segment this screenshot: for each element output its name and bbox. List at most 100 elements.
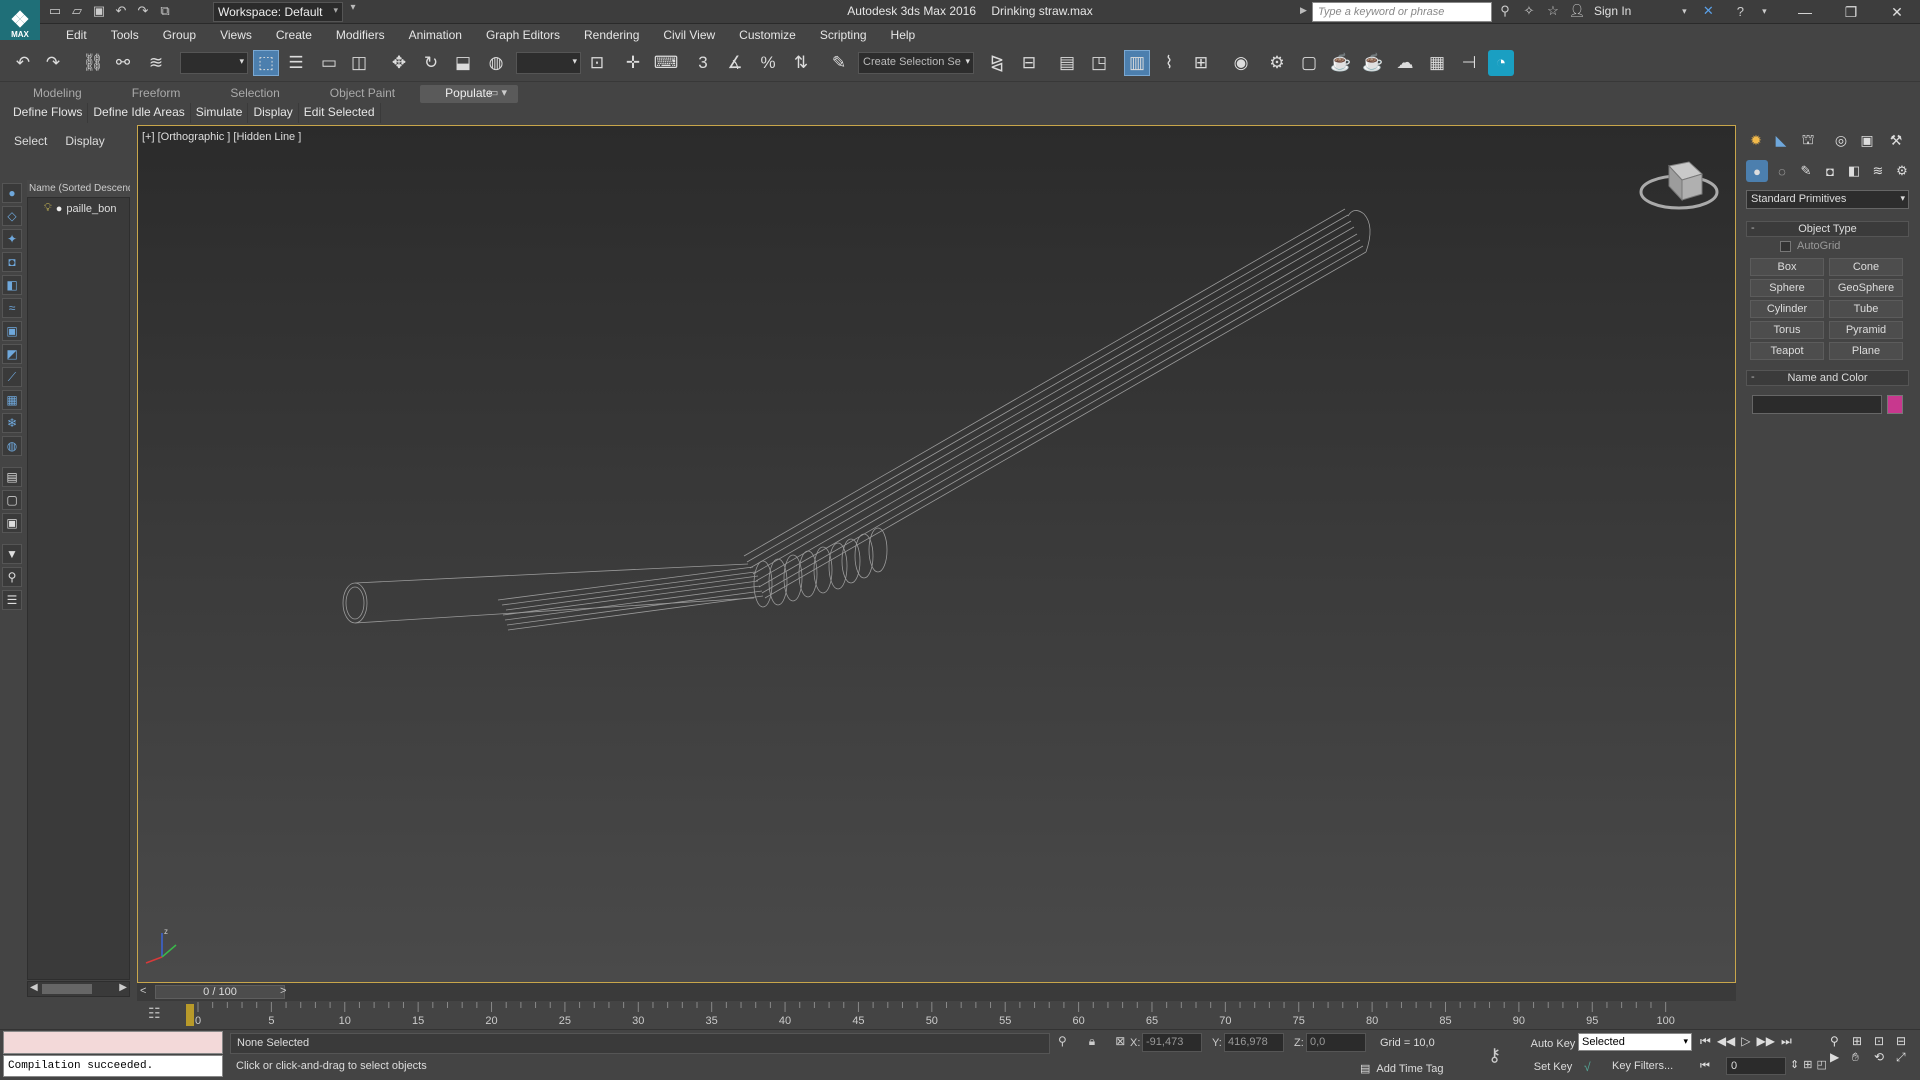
- rotate-icon[interactable]: ↻: [418, 50, 444, 76]
- tab-selection[interactable]: Selection: [205, 85, 304, 103]
- menu-help[interactable]: Help: [879, 28, 928, 42]
- field-of-view-icon[interactable]: ▶: [1830, 1050, 1852, 1065]
- display-containers-icon[interactable]: ▦: [2, 390, 22, 410]
- new-file-icon[interactable]: ▭: [46, 3, 64, 19]
- display-lights-icon[interactable]: ✦: [2, 229, 22, 249]
- list-item[interactable]: 💡︎ ● paille_bon: [44, 202, 117, 215]
- a360-icon[interactable]: ◔: [1488, 50, 1514, 76]
- utilities-tab-icon[interactable]: ⚒: [1885, 129, 1907, 151]
- window-crossing-icon[interactable]: ◫: [346, 50, 372, 76]
- menu-edit[interactable]: Edit: [54, 28, 99, 42]
- rendered-frame-window-icon[interactable]: ▢: [1296, 50, 1322, 76]
- key-filters-button[interactable]: Key Filters...: [1612, 1060, 1673, 1072]
- move-icon[interactable]: ✥: [386, 50, 412, 76]
- layer-explorer-icon[interactable]: ▤: [1054, 50, 1080, 76]
- light-bulb-icon[interactable]: 💡︎: [44, 202, 52, 215]
- cylinder-button[interactable]: Cylinder: [1750, 300, 1824, 318]
- tab-freeform[interactable]: Freeform: [107, 85, 206, 103]
- scroll-thumb[interactable]: [42, 984, 92, 994]
- display-helpers-icon[interactable]: ◧: [2, 275, 22, 295]
- place-icon[interactable]: ◍: [483, 50, 509, 76]
- motion-tab-icon[interactable]: ◎: [1830, 129, 1852, 151]
- angle-snap-icon[interactable]: ∡: [722, 50, 748, 76]
- render-iterative-icon[interactable]: ☕: [1360, 50, 1386, 76]
- viewcube[interactable]: [1634, 154, 1724, 218]
- create-tab-icon[interactable]: ✹: [1745, 129, 1767, 151]
- spinner-snap-icon[interactable]: ⇅: [788, 50, 814, 76]
- geometry-category-icon[interactable]: ●: [1746, 160, 1768, 182]
- display-space-warps-icon[interactable]: ≈: [2, 298, 22, 318]
- align-icon[interactable]: ⊟: [1016, 50, 1042, 76]
- autogrid-checkbox[interactable]: AutoGrid: [1780, 240, 1840, 252]
- redo-icon[interactable]: ↷: [40, 50, 66, 76]
- app-logo[interactable]: ❖ MAX: [0, 0, 40, 40]
- material-editor-icon[interactable]: ◉: [1228, 50, 1254, 76]
- explorer-select-menu[interactable]: Select: [14, 134, 47, 148]
- invert-display-icon[interactable]: ▣: [2, 513, 22, 533]
- pyramid-button[interactable]: Pyramid: [1829, 321, 1903, 339]
- snaps-toggle-icon[interactable]: 3: [690, 50, 716, 76]
- select-object-icon[interactable]: ⬚: [253, 50, 279, 76]
- key-tangent-icon[interactable]: √: [1584, 1060, 1591, 1074]
- helpers-category-icon[interactable]: ◧: [1843, 160, 1865, 182]
- project-folder-icon[interactable]: ⧉: [156, 3, 174, 19]
- display-button[interactable]: Display: [248, 103, 299, 123]
- modify-tab-icon[interactable]: ◣: [1770, 129, 1792, 151]
- schematic-view-icon[interactable]: ⊞: [1188, 50, 1214, 76]
- zoom-all-icon[interactable]: ⊞: [1852, 1034, 1874, 1048]
- explorer-horizontal-scrollbar[interactable]: ◀ ▶: [27, 981, 130, 997]
- mini-curve-editor-icon[interactable]: ☷: [148, 1005, 161, 1022]
- object-type-rollout[interactable]: - Object Type: [1746, 221, 1909, 237]
- go-to-end-icon[interactable]: ⏭: [1781, 1034, 1792, 1049]
- open-file-icon[interactable]: ▱: [68, 3, 86, 19]
- workspace-dropdown[interactable]: Workspace: Default ▾: [213, 2, 343, 22]
- display-geometry-icon[interactable]: ●: [2, 183, 22, 203]
- menu-civil-view[interactable]: Civil View: [651, 28, 727, 42]
- edit-selected-button[interactable]: Edit Selected: [299, 103, 381, 123]
- simulate-button[interactable]: Simulate: [191, 103, 249, 123]
- state-sets-icon[interactable]: ⊣: [1456, 50, 1482, 76]
- percent-snap-icon[interactable]: %: [755, 50, 781, 76]
- help-dropdown-icon[interactable]: ▾: [1755, 3, 1773, 19]
- batch-render-icon[interactable]: ▦: [1424, 50, 1450, 76]
- search-expand-icon[interactable]: ▶: [1300, 5, 1307, 16]
- tab-modeling[interactable]: Modeling: [8, 85, 107, 103]
- play-icon[interactable]: ▷: [1741, 1034, 1750, 1049]
- key-mode-dropdown[interactable]: Selected ▾: [1578, 1033, 1692, 1051]
- curve-editor-icon[interactable]: ⌇: [1156, 50, 1182, 76]
- x-coord-field[interactable]: -91,473: [1142, 1033, 1202, 1052]
- explorer-list[interactable]: [27, 180, 130, 980]
- menu-modifiers[interactable]: Modifiers: [324, 28, 397, 42]
- rectangular-selection-icon[interactable]: ▭: [316, 50, 342, 76]
- next-frame-icon[interactable]: ▶▶: [1757, 1034, 1775, 1049]
- close-icon[interactable]: ✕: [1874, 0, 1920, 24]
- keyboard-shortcut-override-icon[interactable]: ⌨: [653, 50, 679, 76]
- exchange-apps-icon[interactable]: ✕: [1699, 3, 1717, 19]
- filter-icon[interactable]: ▼: [2, 544, 22, 564]
- scale-icon[interactable]: ⬓: [450, 50, 476, 76]
- undo-icon[interactable]: ↶: [10, 50, 36, 76]
- display-hidden-icon[interactable]: ◍: [2, 436, 22, 456]
- cameras-category-icon[interactable]: ◘: [1819, 160, 1841, 182]
- menu-group[interactable]: Group: [151, 28, 208, 42]
- scroll-left-icon[interactable]: ◀: [30, 982, 38, 993]
- time-cursor[interactable]: [186, 1004, 194, 1026]
- menu-animation[interactable]: Animation: [397, 28, 474, 42]
- scene-explorer-toggle-icon[interactable]: ▥: [1124, 50, 1150, 76]
- explorer-column-header[interactable]: Name (Sorted Descending): [27, 180, 130, 198]
- communication-center-icon[interactable]: ✧: [1520, 3, 1538, 19]
- frame-ruler[interactable]: 0 5 10 15 20 25 30 35 40 45 50 55 60 65 70 75 80 85 90 95 10…: [190, 1002, 1680, 1028]
- maxscript-output[interactable]: Compilation succeeded.: [3, 1055, 223, 1077]
- binoculars-icon[interactable]: ⚲: [1496, 3, 1514, 19]
- maxscript-listener-input[interactable]: [3, 1031, 223, 1054]
- render-production-icon[interactable]: ☕: [1328, 50, 1354, 76]
- primitive-type-dropdown[interactable]: Standard Primitives ▾: [1746, 190, 1909, 209]
- geosphere-button[interactable]: GeoSphere: [1829, 279, 1903, 297]
- z-coord-field[interactable]: 0,0: [1306, 1033, 1366, 1052]
- sign-in-link[interactable]: Sign In: [1594, 4, 1631, 18]
- previous-frame-icon[interactable]: ◀◀: [1717, 1034, 1735, 1049]
- teapot-button[interactable]: Teapot: [1750, 342, 1824, 360]
- define-idle-areas-button[interactable]: Define Idle Areas: [88, 103, 191, 123]
- menu-scripting[interactable]: Scripting: [808, 28, 879, 42]
- torus-button[interactable]: Torus: [1750, 321, 1824, 339]
